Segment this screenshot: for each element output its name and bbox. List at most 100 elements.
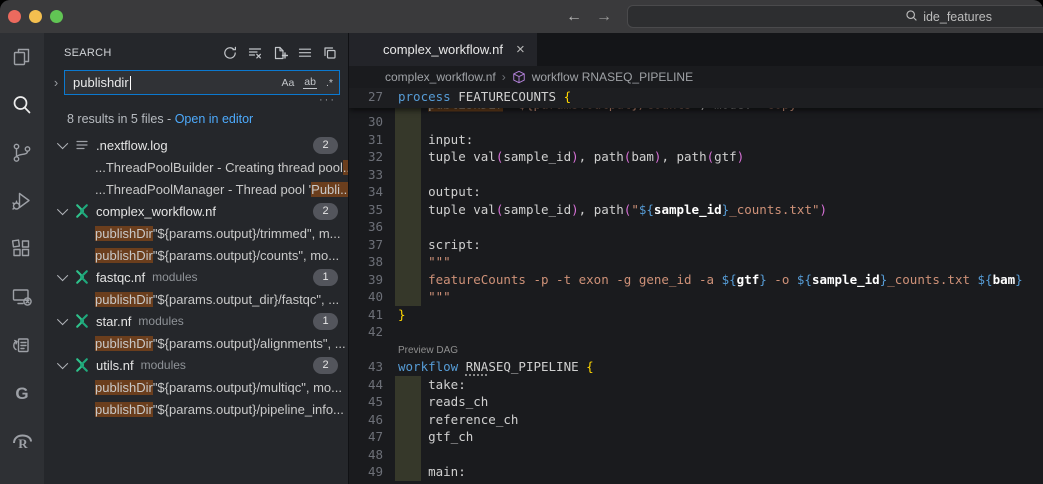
result-match-row[interactable]: publishDir "${params.output}/trimmed", m… [44, 222, 348, 244]
activity-gitlens-icon[interactable]: G [10, 381, 34, 405]
result-match-row[interactable]: publishDir "${params.output_dir}/fastqc"… [44, 288, 348, 310]
code-line-47[interactable]: 47 gtf_ch [349, 428, 1043, 446]
code-text: reads_ch [383, 393, 1043, 411]
match-highlight: publishDir [95, 402, 153, 417]
code-line-45[interactable]: 45 reads_ch [349, 393, 1043, 411]
chevron-down-icon[interactable] [57, 138, 68, 149]
code-line-37[interactable]: 37 script: [349, 236, 1043, 254]
code-line-30[interactable]: 30 [349, 113, 1043, 131]
line-number: 43 [349, 358, 383, 376]
whole-word-toggle[interactable]: ab [303, 76, 317, 89]
result-file-row[interactable]: utils.nf modules 2 [44, 354, 348, 376]
code-line-32[interactable]: 32 tuple val(sample_id), path(bam), path… [349, 148, 1043, 166]
code-line-49[interactable]: 49 main: [349, 463, 1043, 481]
result-file-row[interactable]: fastqc.nfmodules1 [44, 266, 348, 288]
titlebar-search-box[interactable]: ide_features [627, 5, 1043, 28]
line-number: 45 [349, 393, 383, 411]
chevron-down-icon[interactable] [57, 270, 68, 281]
toggle-search-details-icon[interactable]: ··· [319, 95, 336, 108]
result-match-row[interactable]: publishDir "${params.output}/multiqc", m… [44, 376, 348, 398]
forward-arrow-icon[interactable]: → [596, 8, 612, 26]
clear-results-icon[interactable] [247, 45, 263, 61]
code-line-34[interactable]: 34 output: [349, 183, 1043, 201]
code-line-42[interactable]: 42 [349, 323, 1043, 341]
code-line-38[interactable]: 38 """ [349, 253, 1043, 271]
codelens-preview-dag[interactable]: Preview DAG [349, 341, 1043, 359]
code-text: process FEATURECOUNTS { [383, 88, 1043, 108]
search-input[interactable]: publishdir Aaab .* [64, 70, 340, 95]
code-line-35[interactable]: 35 tuple val(sample_id), path("${sample_… [349, 201, 1043, 219]
tab-complex-workflow[interactable]: complex_workflow.nf × [349, 33, 537, 66]
file-path: modules [138, 314, 183, 328]
activity-r-language-icon[interactable]: R [10, 429, 34, 453]
line-number: 48 [349, 446, 383, 464]
code-editor[interactable]: 27process FEATURECOUNTS { publishDir "${… [349, 88, 1043, 484]
result-file-row[interactable]: .nextflow.log2 [44, 134, 348, 156]
line-number [349, 108, 383, 113]
result-file-row[interactable]: star.nfmodules1 [44, 310, 348, 332]
new-search-editor-icon[interactable] [272, 45, 288, 61]
breadcrumb: complex_workflow.nf › workflow RNASEQ_PI… [349, 66, 1043, 88]
sidebar-title: SEARCH [64, 47, 112, 59]
match-count-badge: 2 [313, 137, 338, 154]
code-line-43[interactable]: 43workflow RNASEQ_PIPELINE { [349, 358, 1043, 376]
match-highlight: publishDir [95, 292, 153, 307]
back-arrow-icon[interactable]: ← [566, 8, 582, 26]
open-in-editor-link[interactable]: Open in editor [175, 112, 254, 126]
view-as-list-icon[interactable] [297, 45, 313, 61]
result-match-row[interactable]: publishDir "${params.output}/alignments"… [44, 332, 348, 354]
breadcrumb-symbol[interactable]: workflow RNASEQ_PIPELINE [532, 70, 693, 84]
file-name: utils.nf [96, 358, 134, 373]
close-window-icon[interactable] [8, 10, 21, 23]
breadcrumb-file[interactable]: complex_workflow.nf [385, 70, 496, 84]
line-number: 47 [349, 428, 383, 446]
result-file-row[interactable]: complex_workflow.nf2 [44, 200, 348, 222]
match-count-badge: 2 [313, 357, 338, 374]
result-match-row[interactable]: ...ThreadPoolBuilder - Creating thread p… [44, 156, 348, 178]
code-text: } [383, 306, 1043, 324]
nextflow-icon [74, 269, 90, 285]
code-line-41[interactable]: 41} [349, 306, 1043, 324]
code-line-33[interactable]: 33 [349, 166, 1043, 184]
code-line-44[interactable]: 44 take: [349, 376, 1043, 394]
code-line-40[interactable]: 40 """ [349, 288, 1043, 306]
activity-explorer-icon[interactable] [10, 45, 34, 69]
collapse-all-icon[interactable] [322, 45, 338, 61]
code-line-36[interactable]: 36 [349, 218, 1043, 236]
activity-task-explorer-icon[interactable] [10, 333, 34, 357]
minimize-window-icon[interactable] [29, 10, 42, 23]
code-line-46[interactable]: 46 reference_ch [349, 411, 1043, 429]
code-line-27[interactable]: 27process FEATURECOUNTS { [349, 88, 1043, 108]
code-text: input: [383, 131, 1043, 149]
activity-extensions-icon[interactable] [10, 237, 34, 261]
activity-bottom-partial-icon[interactable] [10, 477, 34, 484]
code-line-39[interactable]: 39 featureCounts -p -t exon -g gene_id -… [349, 271, 1043, 289]
activity-search-icon[interactable] [10, 93, 34, 117]
activity-remote-explorer-icon[interactable] [10, 285, 34, 309]
chevron-down-icon[interactable] [57, 358, 68, 369]
match-highlight: publishDir [95, 248, 153, 263]
code-text: tuple val(sample_id), path("${sample_id}… [383, 201, 1043, 219]
code-line-48[interactable]: 48 [349, 446, 1043, 464]
chevron-down-icon[interactable] [57, 314, 68, 325]
search-input-value: publishdir [73, 75, 129, 90]
result-match-row[interactable]: publishDir "${params.output}/pipeline_in… [44, 398, 348, 420]
toggle-replace-chevron[interactable]: › [48, 75, 64, 90]
chevron-down-icon[interactable] [57, 204, 68, 215]
sticky-scroll-line[interactable]: 27process FEATURECOUNTS { [349, 88, 1043, 108]
file-path: modules [141, 358, 186, 372]
results-summary: 8 results in 5 files - Open in editor [67, 112, 338, 126]
code-line-31[interactable]: 31 input: [349, 131, 1043, 149]
activity-run-debug-icon[interactable] [10, 189, 34, 213]
match-case-toggle[interactable]: Aa [280, 77, 295, 89]
code-text: """ [383, 253, 1043, 271]
line-number: 32 [349, 148, 383, 166]
line-number: 35 [349, 201, 383, 219]
regex-toggle[interactable]: .* [325, 77, 334, 89]
result-match-row[interactable]: ...ThreadPoolManager - Thread pool 'Publ… [44, 178, 348, 200]
zoom-window-icon[interactable] [50, 10, 63, 23]
activity-source-control-icon[interactable] [10, 141, 34, 165]
result-match-row[interactable]: publishDir "${params.output}/counts", mo… [44, 244, 348, 266]
refresh-icon[interactable] [222, 45, 238, 61]
close-tab-icon[interactable]: × [516, 41, 525, 58]
